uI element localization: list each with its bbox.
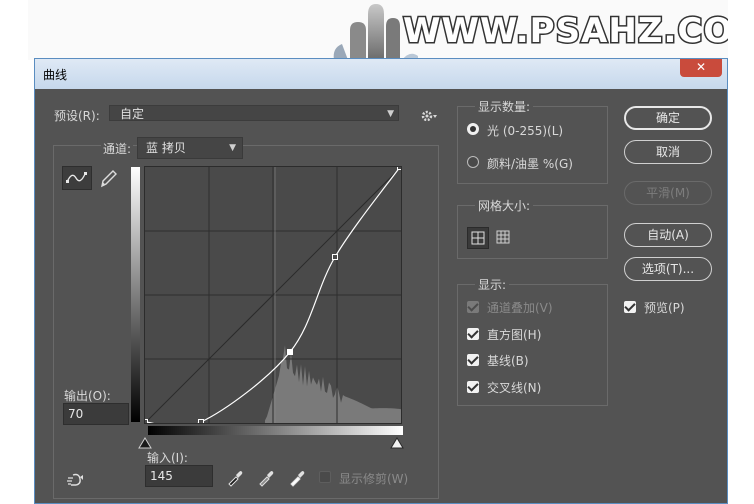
show-clipping-checkbox[interactable] [319, 471, 331, 483]
light-radio-label: 光 (0-255)(L) [487, 124, 564, 138]
title-bar[interactable]: 曲线 ✕ [35, 59, 727, 89]
curve-tool-icon [66, 172, 87, 183]
detailed-grid-icon [496, 230, 510, 244]
gear-icon[interactable] [421, 109, 439, 123]
simple-grid-icon [471, 231, 485, 245]
histogram-checkbox[interactable] [467, 328, 479, 340]
black-eyedropper-icon[interactable] [226, 469, 244, 487]
input-label: 输入(I): [147, 451, 188, 465]
curve-plot[interactable] [144, 166, 402, 424]
chevron-down-icon: ▼ [229, 143, 236, 153]
chevron-down-icon: ▼ [387, 109, 394, 119]
preset-label: 预设(R): [54, 109, 100, 123]
output-gradient-bar [131, 167, 140, 422]
preview-label: 预览(P) [644, 301, 685, 315]
pigment-radio-label: 颜料/油墨 %(G) [487, 157, 573, 171]
white-eyedropper-icon[interactable] [288, 469, 306, 487]
smooth-button[interactable]: 平滑(M) [624, 181, 712, 205]
black-point-slider[interactable] [138, 437, 152, 449]
dialog-title: 曲线 [43, 68, 68, 82]
show-amount-group [457, 106, 608, 184]
ok-button[interactable]: 确定 [624, 106, 712, 130]
output-label: 输出(O): [64, 389, 111, 403]
intersection-line-checkbox[interactable] [467, 381, 479, 393]
background-photo: WWW.PSAHZ.COM [28, 0, 728, 60]
auto-button[interactable]: 自动(A) [624, 223, 712, 247]
show-title: 显示: [475, 276, 510, 293]
preset-select[interactable]: 自定 ▼ [109, 105, 399, 121]
show-amount-title: 显示数量: [475, 98, 534, 115]
close-button[interactable]: ✕ [680, 59, 722, 77]
preview-checkbox[interactable] [624, 301, 636, 313]
input-gradient-bar [148, 426, 403, 435]
channel-value: 蓝 拷贝 [146, 141, 186, 155]
pigment-radio[interactable] [467, 156, 479, 168]
channel-overlays-label: 通道叠加(V) [487, 301, 553, 315]
watermark-text: WWW.PSAHZ.COM [401, 11, 728, 51]
detailed-grid-button[interactable] [493, 227, 515, 249]
light-radio[interactable] [467, 123, 479, 135]
cancel-button[interactable]: 取消 [624, 140, 712, 164]
channel-overlays-checkbox[interactable] [467, 301, 479, 313]
baseline-label: 基线(B) [487, 354, 529, 368]
input-field[interactable]: 145 [145, 465, 213, 487]
curve-control-point[interactable] [332, 254, 338, 260]
baseline-checkbox[interactable] [467, 354, 479, 366]
curve-control-point[interactable] [397, 166, 403, 170]
channel-select[interactable]: 蓝 拷贝 ▼ [137, 137, 243, 159]
curve-control-point[interactable] [287, 349, 293, 355]
curve-edit-tool[interactable] [62, 166, 92, 190]
histogram-label: 直方图(H) [487, 328, 542, 342]
curves-dialog: 曲线 ✕ 预设(R): 自定 ▼ 通道: 蓝 拷贝 ▼ 输出(O): 70 输入… [34, 58, 728, 504]
curve-control-point[interactable] [144, 419, 148, 425]
grid-size-title: 网格大小: [475, 197, 534, 214]
options-button[interactable]: 选项(T)... [624, 257, 712, 281]
show-clipping-label: 显示修剪(W) [339, 472, 409, 486]
preset-value: 自定 [120, 107, 145, 121]
channel-label: 通道: [101, 140, 134, 157]
curve-control-point[interactable] [198, 419, 204, 425]
gray-eyedropper-icon[interactable] [257, 469, 275, 487]
simple-grid-button[interactable] [467, 227, 489, 249]
pencil-icon[interactable] [96, 167, 120, 191]
on-image-adjust-icon[interactable] [65, 471, 87, 489]
white-point-slider[interactable] [390, 437, 404, 449]
output-field[interactable]: 70 [63, 403, 129, 425]
intersection-line-label: 交叉线(N) [487, 381, 542, 395]
